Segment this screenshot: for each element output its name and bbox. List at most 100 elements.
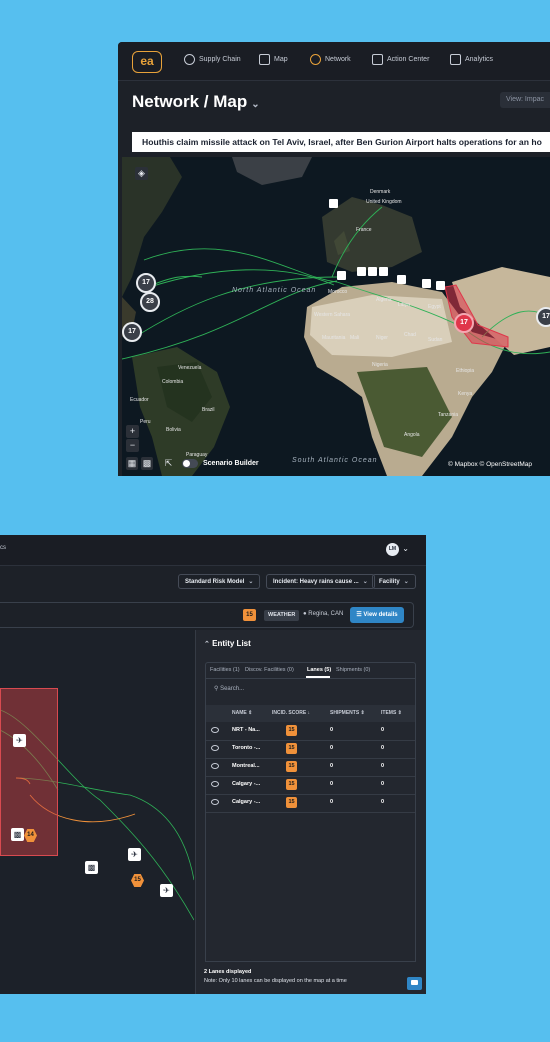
facility-marker[interactable] [368, 267, 377, 276]
page-title-text: Network / Map [132, 92, 248, 111]
layers-icon[interactable]: ◈ [135, 167, 148, 180]
column-header-name[interactable]: NAME ⇕ [232, 710, 252, 716]
chevron-down-icon[interactable]: ⌄ [402, 544, 409, 553]
table-row[interactable]: NRT - Na... 15 0 0 [206, 722, 415, 741]
network-map-window: ea Supply Chain Map Network Action Cente… [118, 42, 550, 476]
nav-map-label: Map [274, 56, 288, 63]
map-cluster-marker[interactable]: 28 [140, 292, 160, 312]
nav-action-center-label: Action Center [387, 56, 430, 63]
location-text: Regina, CAN [308, 611, 344, 617]
zoom-out-button[interactable]: − [126, 439, 139, 452]
world-map[interactable]: North Atlantic Ocean South Atlantic Ocea… [122, 157, 550, 476]
incident-score-badge: 15 [286, 797, 297, 808]
map-view-icon[interactable]: ▦ [126, 457, 138, 470]
eye-icon[interactable] [211, 745, 219, 751]
place-label: Tanzania [438, 412, 459, 418]
facility-marker[interactable] [357, 267, 366, 276]
risk-model-dropdown[interactable]: Standard Risk Model ⌄ [178, 574, 261, 589]
incident-map[interactable]: ✈ ▩ 14 ✈ ▩ 15 ✈ [0, 630, 194, 994]
place-label: Peru [140, 419, 151, 425]
eye-icon[interactable] [211, 781, 219, 787]
map-icon [259, 54, 270, 65]
facility-marker[interactable] [397, 275, 406, 284]
map-cluster-marker[interactable]: 17 [136, 273, 156, 293]
table-row[interactable]: Montreal... 15 0 0 [206, 758, 415, 777]
place-label: Kenya [458, 391, 473, 397]
lane-name: Calgary -... [232, 799, 261, 805]
search-icon: ⚲ [214, 686, 219, 692]
place-label: Ethiopia [456, 368, 475, 374]
incident-score-badge: 15 [286, 761, 297, 772]
map-cluster-marker[interactable]: 17 [122, 322, 142, 342]
view-details-button[interactable]: ☰ View details [350, 607, 404, 623]
airplane-icon[interactable]: ✈ [13, 734, 26, 747]
column-header-score[interactable]: INCID. SCORE ↓ [272, 710, 310, 716]
facility-marker[interactable] [329, 199, 338, 208]
column-label: SHIPMENTS [330, 710, 360, 716]
facility-marker[interactable] [422, 279, 431, 288]
entity-list-header[interactable]: ⌃ Entity List [204, 639, 251, 648]
place-label: Ecuador [130, 397, 149, 403]
eye-icon[interactable] [211, 727, 219, 733]
eye-icon[interactable] [211, 799, 219, 805]
facility-marker[interactable] [436, 281, 445, 290]
place-label: Colombia [162, 379, 184, 385]
nav-network[interactable]: Network [310, 54, 351, 65]
chat-icon[interactable] [407, 977, 422, 990]
table-row[interactable]: Calgary -... 15 0 0 [206, 776, 415, 795]
place-label: Sudan [428, 337, 443, 343]
lanes-limit-note: Note: Only 10 lanes can be displayed on … [204, 978, 347, 984]
column-header-items[interactable]: ITEMS ⇕ [381, 710, 402, 716]
shipments-count: 0 [330, 799, 334, 805]
column-header-shipments[interactable]: SHIPMENTS ⇕ [330, 710, 365, 716]
tab-discovered-facilities[interactable]: Discov. Facilities (0) [245, 667, 294, 673]
place-label: Western Sahara [314, 312, 351, 318]
avatar[interactable]: LM [386, 543, 399, 556]
map-cluster-marker[interactable]: 17 [536, 307, 550, 327]
incident-score-badge: 15 [286, 779, 297, 790]
map-alert-cluster-marker[interactable]: 17 [454, 313, 474, 333]
nav-action-center[interactable]: Action Center [372, 54, 429, 65]
page-title[interactable]: Network / Map ⌄ [132, 92, 260, 112]
facility-marker[interactable] [379, 267, 388, 276]
truck-icon[interactable]: ▩ [85, 861, 98, 874]
app-logo[interactable]: ea [132, 51, 162, 73]
nav-map[interactable]: Map [259, 54, 288, 65]
scenario-builder-toggle[interactable]: Scenario Builder [182, 459, 259, 468]
facility-marker[interactable] [337, 271, 346, 280]
chevron-down-icon: ⌄ [362, 579, 368, 585]
eye-icon[interactable] [211, 763, 219, 769]
chevron-down-icon: ⌄ [403, 579, 409, 585]
place-label: Mali [350, 335, 360, 341]
airplane-icon[interactable]: ✈ [160, 884, 173, 897]
zoom-in-button[interactable]: + [126, 425, 139, 438]
nav-analytics[interactable]: Analytics [450, 54, 493, 65]
table-row[interactable]: Toronto -... 15 0 0 [206, 740, 415, 759]
nav-supply-chain[interactable]: Supply Chain [184, 54, 241, 65]
facility-dropdown[interactable]: Facility ⌄ [372, 574, 416, 589]
analytics-icon [450, 54, 461, 65]
truck-icon[interactable]: ▩ [11, 828, 24, 841]
table-row[interactable]: Calgary -... 15 0 0 [206, 794, 415, 813]
search-input[interactable]: ⚲ Search... [214, 685, 244, 692]
cursor-icon[interactable]: ⇱ [162, 457, 175, 470]
alert-banner[interactable]: Houthis claim missile attack on Tel Aviv… [132, 132, 550, 152]
entity-list-title: Entity List [212, 639, 251, 648]
weather-tag: WEATHER [264, 610, 300, 621]
view-select[interactable]: View: Impac [500, 92, 550, 108]
column-label: NAME [232, 710, 247, 716]
grid-view-icon[interactable]: ▩ [141, 457, 153, 470]
tab-facilities[interactable]: Facilities (1) [210, 667, 240, 673]
nav-item-partial[interactable]: cs [0, 545, 6, 551]
top-navigation-bar: cs LM ⌄ [0, 535, 426, 566]
tab-shipments[interactable]: Shipments (0) [336, 667, 370, 673]
tab-lanes[interactable]: Lanes (5) [307, 667, 331, 673]
airplane-icon[interactable]: ✈ [128, 848, 141, 861]
place-label: Libya [398, 302, 410, 308]
incident-dropdown[interactable]: Incident: Heavy rains cause ... ⌄ [266, 574, 375, 589]
incident-info-bar: 15 WEATHER ● Regina, CAN ☰ View details [0, 602, 414, 628]
items-count: 0 [381, 727, 385, 733]
items-count: 0 [381, 763, 385, 769]
ocean-label-south-atlantic: South Atlantic Ocean [292, 457, 378, 464]
toggle-switch[interactable] [182, 459, 198, 468]
